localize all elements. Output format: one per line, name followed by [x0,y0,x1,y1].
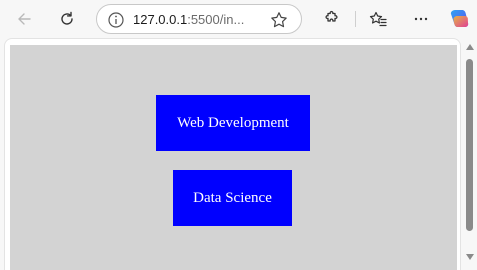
back-icon[interactable] [9,4,39,34]
browser-toolbar: 127.0.0.1:5500/in... [0,0,477,38]
page-body: Web Development Data Science [10,45,457,270]
web-development-label: Web Development [177,114,289,131]
more-icon[interactable] [406,4,436,34]
page-viewport: Web Development Data Science [4,38,461,270]
web-development-card[interactable]: Web Development [156,95,310,151]
url-host: 127.0.0.1 [133,12,188,27]
url-text: 127.0.0.1:5500/in... [133,12,244,28]
data-science-card[interactable]: Data Science [173,170,292,226]
extensions-icon[interactable] [316,4,346,34]
toolbar-separator [355,11,356,27]
star-icon[interactable] [269,10,289,30]
copilot-icon[interactable] [444,4,474,34]
favorites-icon[interactable] [363,4,393,34]
refresh-icon[interactable] [52,4,82,34]
address-bar[interactable]: 127.0.0.1:5500/in... [96,4,302,34]
scrollbar-thumb[interactable] [466,59,473,231]
data-science-label: Data Science [193,189,272,206]
info-icon[interactable] [106,10,126,30]
scroll-up-icon[interactable] [466,44,474,50]
vertical-scrollbar[interactable] [463,44,475,266]
url-path: :5500/in... [187,12,245,27]
scroll-down-icon[interactable] [466,254,474,260]
